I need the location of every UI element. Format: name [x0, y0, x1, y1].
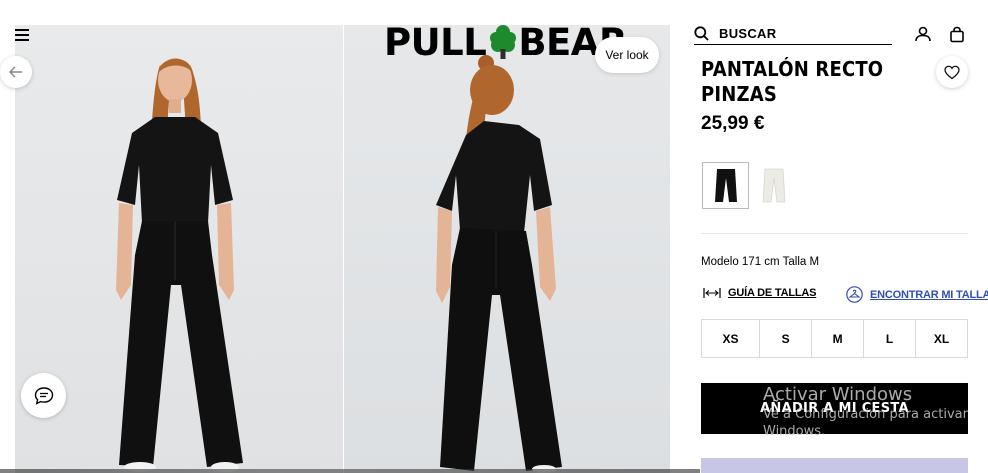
product-photo-front[interactable] — [15, 25, 343, 473]
size-selector: XS S M L XL — [701, 319, 968, 358]
tree-logo-icon — [490, 25, 517, 59]
product-price: 25,99 € — [701, 113, 765, 134]
user-icon[interactable] — [914, 26, 932, 42]
size-guide-label: GUÍA DE TALLAS — [728, 287, 817, 299]
size-option-xl[interactable]: XL — [915, 320, 967, 357]
hanger-icon — [846, 286, 863, 303]
size-option-s[interactable]: S — [759, 320, 811, 357]
section-divider — [701, 233, 968, 234]
black-pants-thumbnail — [714, 168, 737, 202]
color-swatch-white[interactable] — [750, 162, 797, 209]
wishlist-button[interactable] — [936, 56, 968, 88]
size-option-m[interactable]: M — [811, 320, 863, 357]
product-photo-back[interactable] — [344, 25, 670, 473]
size-option-l[interactable]: L — [863, 320, 915, 357]
find-my-size-link[interactable]: ENCONTRAR MI TALLA — [846, 286, 988, 303]
find-my-size-label: ENCONTRAR MI TALLA — [870, 288, 988, 301]
size-guide-link[interactable]: GUÍA DE TALLAS — [703, 287, 816, 299]
bottom-edge-strip — [0, 469, 700, 473]
model-info: Modelo 171 cm Talla M — [701, 256, 820, 268]
menu-icon[interactable] — [15, 29, 31, 41]
search-input[interactable] — [719, 25, 889, 41]
ruler-arrows-icon — [703, 288, 721, 298]
shopping-bag-icon[interactable] — [949, 26, 965, 43]
ver-look-button[interactable]: Ver look — [595, 37, 659, 73]
previous-image-button[interactable] — [0, 56, 32, 88]
product-title: PANTALÓN RECTO PINZAS — [701, 57, 884, 106]
white-pants-thumbnail — [762, 168, 785, 202]
brand-logo[interactable]: PULL BEAR — [384, 20, 627, 64]
add-to-cart-button[interactable]: AÑADIR A MI CESTA — [701, 383, 968, 434]
chat-button[interactable] — [21, 373, 66, 418]
size-option-xs[interactable]: XS — [702, 320, 759, 357]
heart-icon — [944, 65, 960, 79]
search-icon[interactable] — [694, 25, 709, 41]
secondary-action-bar[interactable] — [701, 458, 968, 473]
chat-bubble-icon — [34, 386, 53, 405]
arrow-left-icon — [9, 66, 22, 78]
color-swatch-black[interactable] — [702, 162, 749, 209]
search-bar[interactable] — [694, 22, 892, 45]
logo-text-left: PULL — [384, 20, 487, 64]
